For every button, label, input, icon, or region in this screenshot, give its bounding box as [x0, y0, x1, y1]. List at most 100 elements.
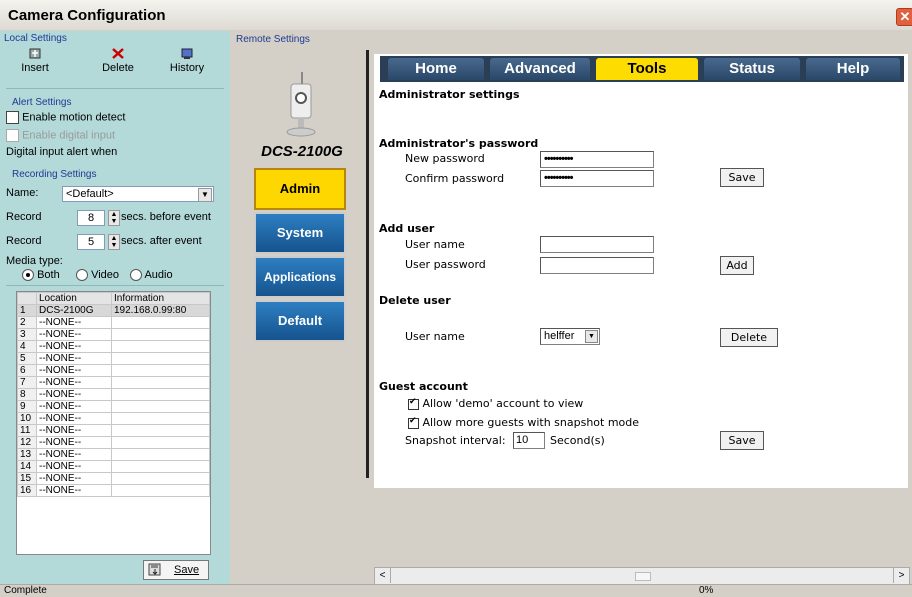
delete-user-select[interactable]: helffer ▼ — [540, 328, 600, 345]
media-both-option[interactable]: Both — [22, 269, 60, 282]
table-row[interactable]: 16 --NONE-- — [17, 484, 210, 497]
record-after-input[interactable]: 5 — [77, 234, 105, 250]
tab-tools[interactable]: Tools — [596, 58, 698, 80]
delete-toolbar-button[interactable]: Delete — [93, 47, 143, 74]
information-cell[interactable] — [111, 436, 210, 449]
table-row[interactable]: 4 --NONE-- — [17, 340, 210, 353]
table-row[interactable]: 13 --NONE-- — [17, 448, 210, 461]
name-select[interactable]: <Default> ▼ — [62, 186, 214, 202]
row-number-cell[interactable]: 12 — [17, 436, 37, 449]
close-button[interactable]: ✕ — [896, 8, 912, 26]
table-row[interactable]: 14 --NONE-- — [17, 460, 210, 473]
table-row[interactable]: 7 --NONE-- — [17, 376, 210, 389]
information-cell[interactable] — [111, 472, 210, 485]
nav-applications-button[interactable]: Applications — [254, 256, 346, 298]
information-cell[interactable] — [111, 388, 210, 401]
table-row[interactable]: 12 --NONE-- — [17, 436, 210, 449]
enable-motion-checkbox[interactable] — [6, 111, 19, 124]
location-cell[interactable]: --NONE-- — [36, 400, 112, 413]
add-user-password-input[interactable] — [540, 257, 654, 274]
allow-demo-checkbox[interactable] — [408, 397, 419, 410]
table-row[interactable]: 15 --NONE-- — [17, 472, 210, 485]
location-cell[interactable]: --NONE-- — [36, 460, 112, 473]
location-cell[interactable]: --NONE-- — [36, 448, 112, 461]
row-number-cell[interactable]: 11 — [17, 424, 37, 437]
row-number-cell[interactable]: 16 — [17, 484, 37, 497]
record-after-spinner[interactable]: ▲ ▼ — [108, 234, 120, 250]
media-video-option[interactable]: Video — [76, 269, 119, 282]
add-user-name-input[interactable] — [540, 236, 654, 253]
row-number-cell[interactable]: 2 — [17, 316, 37, 329]
information-cell[interactable] — [111, 460, 210, 473]
confirm-password-input[interactable]: •••••••••• — [540, 170, 654, 187]
nav-system-button[interactable]: System — [254, 212, 346, 254]
information-cell[interactable] — [111, 400, 210, 413]
row-number-cell[interactable]: 14 — [17, 460, 37, 473]
media-audio-radio[interactable] — [130, 269, 142, 282]
location-cell[interactable]: --NONE-- — [36, 424, 112, 437]
local-save-button[interactable]: Save — [143, 560, 209, 580]
information-cell[interactable] — [111, 376, 210, 389]
row-number-cell[interactable]: 15 — [17, 472, 37, 485]
location-cell[interactable]: --NONE-- — [36, 340, 112, 353]
scroll-right-arrow-icon[interactable]: > — [893, 568, 909, 583]
location-cell[interactable]: --NONE-- — [36, 412, 112, 425]
row-number-cell[interactable]: 5 — [17, 352, 37, 365]
record-before-spinner[interactable]: ▲ ▼ — [108, 210, 120, 226]
table-row[interactable]: 11 --NONE-- — [17, 424, 210, 437]
location-cell[interactable]: --NONE-- — [36, 484, 112, 497]
nav-default-button[interactable]: Default — [254, 300, 346, 342]
allow-more-row[interactable]: Allow more guests with snapshot mode — [408, 416, 639, 429]
row-number-cell[interactable]: 9 — [17, 400, 37, 413]
location-cell[interactable]: DCS-2100G — [36, 304, 112, 317]
tab-home[interactable]: Home — [388, 58, 484, 80]
row-number-cell[interactable]: 1 — [17, 304, 37, 317]
row-number-cell[interactable]: 10 — [17, 412, 37, 425]
delete-user-button[interactable]: Delete — [720, 328, 778, 347]
row-number-cell[interactable]: 6 — [17, 364, 37, 377]
table-row[interactable]: 9 --NONE-- — [17, 400, 210, 413]
new-password-input[interactable]: •••••••••• — [540, 151, 654, 168]
tab-help[interactable]: Help — [806, 58, 900, 80]
information-cell[interactable] — [111, 364, 210, 377]
media-video-radio[interactable] — [76, 269, 88, 282]
location-cell[interactable]: --NONE-- — [36, 436, 112, 449]
information-cell[interactable] — [111, 340, 210, 353]
information-cell[interactable] — [111, 424, 210, 437]
table-row[interactable]: 6 --NONE-- — [17, 364, 210, 377]
table-row[interactable]: 1 DCS-2100G 192.168.0.99:80 — [17, 304, 210, 317]
column-header-location[interactable]: Location — [36, 292, 112, 305]
table-row[interactable]: 3 --NONE-- — [17, 328, 210, 341]
row-number-cell[interactable]: 8 — [17, 388, 37, 401]
enable-digital-row[interactable]: Enable digital input — [6, 129, 115, 142]
history-button[interactable]: History — [162, 47, 212, 74]
information-cell[interactable] — [111, 448, 210, 461]
snapshot-interval-input[interactable]: 10 — [513, 432, 545, 449]
add-user-button[interactable]: Add — [720, 256, 754, 275]
row-number-cell[interactable]: 13 — [17, 448, 37, 461]
row-number-cell[interactable]: 7 — [17, 376, 37, 389]
information-cell[interactable] — [111, 328, 210, 341]
scroll-left-arrow-icon[interactable]: < — [375, 568, 391, 583]
enable-motion-row[interactable]: Enable motion detect — [6, 111, 125, 124]
location-cell[interactable]: --NONE-- — [36, 376, 112, 389]
information-cell[interactable] — [111, 352, 210, 365]
chevron-down-icon[interactable]: ▼ — [585, 330, 598, 343]
location-cell[interactable]: --NONE-- — [36, 364, 112, 377]
allow-more-checkbox[interactable] — [408, 416, 419, 429]
information-cell[interactable] — [111, 316, 210, 329]
nav-admin-button[interactable]: Admin — [254, 168, 346, 210]
scroll-thumb[interactable] — [635, 572, 651, 581]
information-cell[interactable] — [111, 412, 210, 425]
location-cell[interactable]: --NONE-- — [36, 472, 112, 485]
guest-save-button[interactable]: Save — [720, 431, 764, 450]
media-both-radio[interactable] — [22, 269, 34, 282]
table-row[interactable]: 2 --NONE-- — [17, 316, 210, 329]
location-cell[interactable]: --NONE-- — [36, 352, 112, 365]
tab-advanced[interactable]: Advanced — [490, 58, 590, 80]
media-audio-option[interactable]: Audio — [130, 269, 173, 282]
table-row[interactable]: 5 --NONE-- — [17, 352, 210, 365]
admin-password-save-button[interactable]: Save — [720, 168, 764, 187]
chevron-down-icon[interactable]: ▼ — [198, 188, 212, 202]
column-header-information[interactable]: Information — [111, 292, 210, 305]
